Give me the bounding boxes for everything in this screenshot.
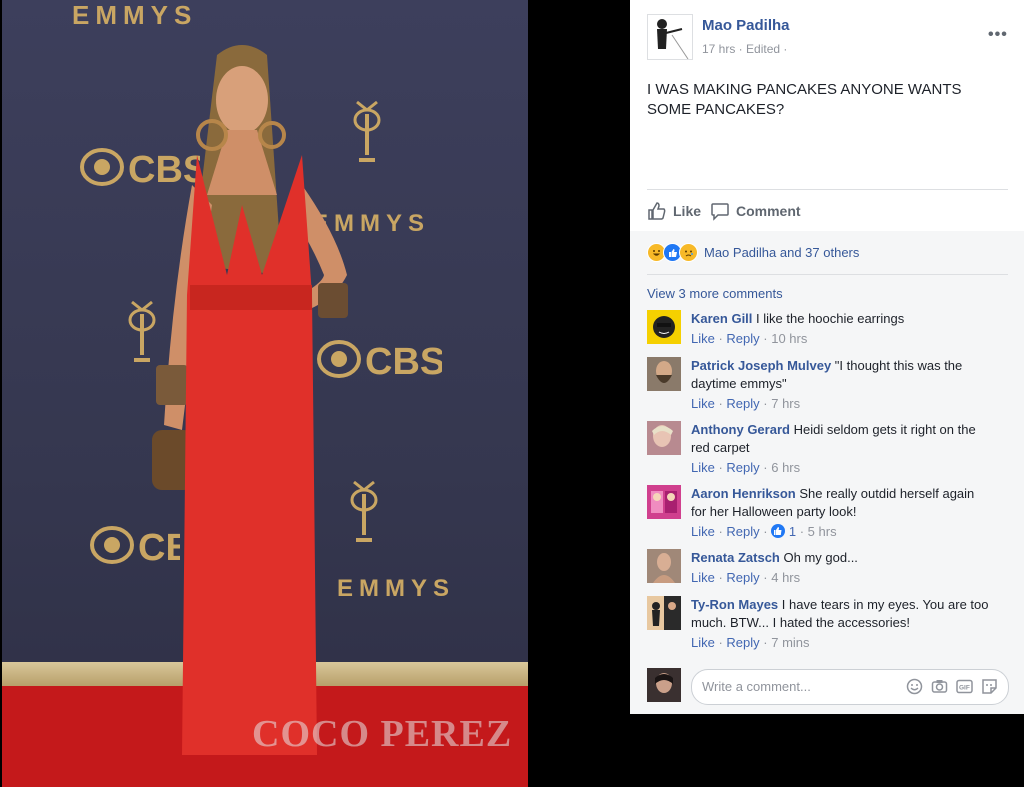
- commenter-avatar[interactable]: [647, 596, 681, 630]
- comment-like-link[interactable]: Like: [691, 570, 715, 585]
- comment-text: I like the hoochie earrings: [756, 311, 905, 326]
- commenter-avatar[interactable]: [647, 357, 681, 391]
- comment-time[interactable]: 4 hrs: [771, 570, 800, 585]
- commenter-avatar[interactable]: [647, 485, 681, 519]
- divider: [647, 189, 1008, 190]
- svg-text:GIF: GIF: [959, 685, 970, 692]
- comment-time[interactable]: 7 hrs: [771, 396, 800, 411]
- view-more-comments-link[interactable]: View 3 more comments: [647, 286, 783, 301]
- emmys-logo-text: EMMYS: [72, 0, 198, 30]
- comment-like-link[interactable]: Like: [691, 460, 715, 475]
- watermark-text: COCO PEREZ: [252, 713, 513, 755]
- current-user-avatar[interactable]: [647, 668, 681, 702]
- commenter-avatar[interactable]: [647, 549, 681, 583]
- post-text: I WAS MAKING PANCAKES ANYONE WANTS SOME …: [647, 81, 962, 118]
- comment-time[interactable]: 6 hrs: [771, 460, 800, 475]
- comment-button[interactable]: Comment: [710, 201, 801, 221]
- commenter-name[interactable]: Anthony Gerard: [691, 422, 790, 437]
- post-meta[interactable]: 17 hrs · Edited ·: [702, 42, 787, 56]
- camera-icon[interactable]: [931, 678, 948, 695]
- comment-like-link[interactable]: Like: [691, 396, 715, 411]
- reaction-icons[interactable]: [647, 243, 698, 262]
- comment-reply-link[interactable]: Reply: [726, 524, 759, 539]
- photo-viewer: EMMYS EMMYS EMMYS CBS CBS CBS: [0, 0, 628, 787]
- divider: [647, 274, 1008, 275]
- author-avatar[interactable]: [647, 14, 693, 60]
- comment-label: Comment: [736, 203, 801, 219]
- comment-reaction-count[interactable]: 1: [771, 524, 799, 539]
- comment-icon: [711, 203, 729, 221]
- sad-icon: [679, 243, 698, 262]
- reactions-summary[interactable]: Mao Padilha and 37 others: [704, 245, 859, 260]
- comment-time[interactable]: 10 hrs: [771, 331, 807, 346]
- like-icon: [771, 524, 786, 538]
- comment-input[interactable]: Write a comment...: [702, 679, 811, 694]
- comment-composer[interactable]: Write a comment... GIF: [691, 669, 1009, 705]
- comment-reply-link[interactable]: Reply: [726, 635, 759, 650]
- like-label: Like: [673, 203, 702, 219]
- comment-reply-link[interactable]: Reply: [726, 396, 759, 411]
- gif-icon[interactable]: GIF: [956, 678, 973, 695]
- post-author-name[interactable]: Mao Padilha: [702, 17, 790, 34]
- comment-time[interactable]: 7 mins: [771, 635, 809, 650]
- comment-reply-link[interactable]: Reply: [726, 331, 759, 346]
- comment-time[interactable]: 5 hrs: [808, 524, 837, 539]
- commenter-avatar[interactable]: [647, 421, 681, 455]
- thumbs-up-icon: [648, 202, 666, 220]
- comment-reply-link[interactable]: Reply: [726, 460, 759, 475]
- comment-like-link[interactable]: Like: [691, 331, 715, 346]
- emoji-icon[interactable]: [906, 678, 923, 695]
- commenter-name[interactable]: Aaron Henrikson: [691, 486, 796, 501]
- commenter-name[interactable]: Renata Zatsch: [691, 550, 780, 565]
- commenter-name[interactable]: Ty-Ron Mayes: [691, 597, 778, 612]
- commenter-avatar[interactable]: [647, 310, 681, 344]
- commenter-name[interactable]: Patrick Joseph Mulvey: [691, 358, 831, 373]
- more-options-icon[interactable]: •••: [988, 26, 1008, 44]
- comment-reply-link[interactable]: Reply: [726, 570, 759, 585]
- sticker-icon[interactable]: [981, 678, 998, 695]
- comment-like-link[interactable]: Like: [691, 524, 715, 539]
- comment-like-link[interactable]: Like: [691, 635, 715, 650]
- woman-in-red-dress: [152, 45, 348, 755]
- like-button[interactable]: Like: [647, 201, 701, 221]
- comment-text: Oh my god...: [783, 550, 858, 565]
- commenter-name[interactable]: Karen Gill: [691, 311, 752, 326]
- post-photo[interactable]: EMMYS EMMYS EMMYS CBS CBS CBS: [2, 0, 528, 787]
